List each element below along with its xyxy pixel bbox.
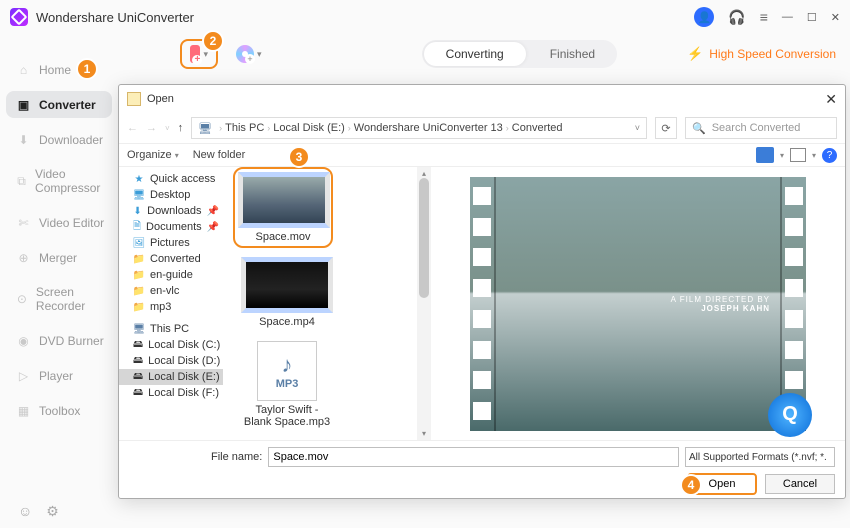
file-item-mp3[interactable]: ♪MP3 Taylor Swift - Blank Space.mp3 [237, 341, 337, 428]
dialog-title: Open [147, 93, 174, 105]
sidebar-item-dvd[interactable]: ◉ DVD Burner [0, 327, 118, 354]
preview-pane: A FILM DIRECTED BY JOSEPH KAHN Q [431, 167, 845, 440]
nav-back-icon[interactable]: ← [127, 122, 138, 134]
callout-badge-3: 3 [288, 146, 310, 168]
dvd-icon: ◉ [16, 333, 31, 348]
sidebar: ⌂ Home ▣ Converter ⬇ Downloader ⧉ Video … [0, 34, 118, 528]
dialog-toolbar: Organize ▾ New folder ▾ ▾ ? [119, 143, 845, 167]
new-folder-button[interactable]: New folder [193, 149, 246, 161]
preview-image: A FILM DIRECTED BY JOSEPH KAHN Q [470, 177, 806, 431]
sidebar-item-compressor[interactable]: ⧉ Video Compressor [0, 161, 118, 201]
refresh-button[interactable]: ⟳ [655, 117, 677, 139]
sidebar-item-editor[interactable]: ✄ Video Editor [0, 209, 118, 236]
filename-label: File name: [211, 451, 262, 463]
maximize-button[interactable]: ☐ [807, 11, 817, 24]
filename-input[interactable] [268, 447, 679, 467]
tree-converted[interactable]: 📁Converted [119, 251, 223, 267]
path-breadcrumb[interactable]: 🖥 › This PC› Local Disk (E:)› Wondershar… [191, 117, 647, 139]
file-open-dialog: Open ✕ ← → ˅ ↑ 🖥 › This PC› Local Disk (… [118, 84, 846, 499]
callout-badge-1: 1 [76, 58, 98, 80]
tree-enguide[interactable]: 📁en-guide [119, 267, 223, 283]
sidebar-item-converter[interactable]: ▣ Converter [6, 91, 112, 118]
callout-badge-4: 4 [680, 474, 702, 496]
close-button[interactable]: ✕ [831, 11, 840, 24]
nav-tree: ★Quick access 🖥Desktop ⬇Downloads📌 🗎Docu… [119, 167, 223, 440]
tree-desktop[interactable]: 🖥Desktop [119, 187, 223, 203]
play-icon: ▷ [16, 368, 31, 383]
pc-icon: 🖥 [198, 122, 212, 135]
add-document-icon [190, 45, 200, 63]
grid-icon: ▦ [16, 403, 31, 418]
tree-quick-access[interactable]: ★Quick access [119, 171, 223, 187]
bottom-bar: ☺ ⚙ [0, 494, 118, 528]
folder-icon [127, 92, 141, 106]
compress-icon: ⧉ [16, 174, 27, 189]
account-avatar-icon[interactable]: 👤 [694, 7, 714, 27]
converter-icon: ▣ [16, 97, 31, 112]
sidebar-item-toolbox[interactable]: ▦ Toolbox [0, 397, 118, 424]
nav-recent-icon[interactable]: ˅ [165, 124, 170, 133]
search-input[interactable]: 🔍 Search Converted [685, 117, 837, 139]
nav-up-icon[interactable]: ↑ [178, 122, 184, 134]
tree-this-pc[interactable]: 🖥This PC [119, 321, 223, 337]
high-speed-link[interactable]: ⚡ High Speed Conversion [687, 46, 836, 62]
emoji-icon[interactable]: ☺ [18, 503, 32, 519]
file-item-space-mov[interactable]: Space.mov [233, 167, 333, 248]
dialog-titlebar: Open ✕ [119, 85, 845, 113]
organize-menu[interactable]: Organize ▾ [127, 149, 179, 161]
scissors-icon: ✄ [16, 215, 31, 230]
download-icon: ⬇ [16, 132, 31, 147]
nav-forward-icon[interactable]: → [146, 122, 157, 134]
chevron-down-icon: ▾ [257, 49, 262, 60]
file-list-scrollbar[interactable]: ▴ ▾ [417, 167, 431, 440]
tree-disk-d[interactable]: 🖴Local Disk (D:) [119, 353, 223, 369]
settings-icon[interactable]: ⚙ [46, 503, 59, 520]
dialog-close-button[interactable]: ✕ [825, 91, 837, 108]
tree-downloads[interactable]: ⬇Downloads📌 [119, 203, 223, 219]
bolt-icon: ⚡ [687, 46, 703, 62]
tree-disk-e[interactable]: 🖴Local Disk (E:) [119, 369, 223, 385]
load-dvd-icon[interactable]: + [236, 45, 254, 63]
tree-envlc[interactable]: 📁en-vlc [119, 283, 223, 299]
quicktime-icon: Q [768, 393, 812, 437]
sidebar-item-merger[interactable]: ⊕ Merger [0, 244, 118, 271]
sidebar-item-home[interactable]: ⌂ Home [0, 56, 118, 83]
tree-pictures[interactable]: 🖼Pictures [119, 235, 223, 251]
tree-mp3[interactable]: 📁mp3 [119, 299, 223, 315]
menu-icon[interactable]: ≡ [760, 9, 768, 25]
tab-converting[interactable]: Converting [424, 42, 526, 66]
tree-disk-f[interactable]: 🖴Local Disk (F:) [119, 385, 223, 401]
tab-finished[interactable]: Finished [528, 40, 617, 68]
app-title: Wondershare UniConverter [36, 10, 194, 25]
dialog-nav: ← → ˅ ↑ 🖥 › This PC› Local Disk (E:)› Wo… [119, 113, 845, 143]
status-tabs: Converting Finished [422, 40, 617, 68]
app-toolbar: ▾ + ▾ Converting Finished ⚡ High Speed C… [0, 34, 850, 74]
app-titlebar: Wondershare UniConverter 👤 🎧 ≡ — ☐ ✕ [0, 0, 850, 34]
view-mode-icon[interactable] [756, 147, 774, 163]
preview-pane-icon[interactable] [790, 148, 806, 162]
file-item-space-mp4[interactable]: Space.mp4 [237, 257, 337, 328]
sidebar-item-downloader[interactable]: ⬇ Downloader [0, 126, 118, 153]
tree-documents[interactable]: 🗎Documents📌 [119, 219, 223, 235]
file-list: Space.mov Space.mp4 ♪MP3 Taylor Swift - … [223, 167, 417, 440]
minimize-button[interactable]: — [782, 11, 793, 23]
callout-badge-2: 2 [202, 30, 224, 52]
help-icon[interactable]: ? [822, 148, 837, 163]
format-select[interactable] [685, 447, 835, 467]
search-icon: 🔍 [692, 122, 706, 135]
record-icon: ⊙ [16, 292, 28, 307]
home-icon: ⌂ [16, 62, 31, 77]
sidebar-item-player[interactable]: ▷ Player [0, 362, 118, 389]
merge-icon: ⊕ [16, 250, 31, 265]
sidebar-item-recorder[interactable]: ⊙ Screen Recorder [0, 279, 118, 319]
support-icon[interactable]: 🎧 [728, 9, 745, 26]
cancel-button[interactable]: Cancel [765, 474, 835, 494]
app-logo-icon [10, 8, 28, 26]
music-note-icon: ♪ [282, 352, 293, 378]
dialog-footer: File name: Open Cancel [119, 440, 845, 498]
tree-disk-c[interactable]: 🖴Local Disk (C:) [119, 337, 223, 353]
